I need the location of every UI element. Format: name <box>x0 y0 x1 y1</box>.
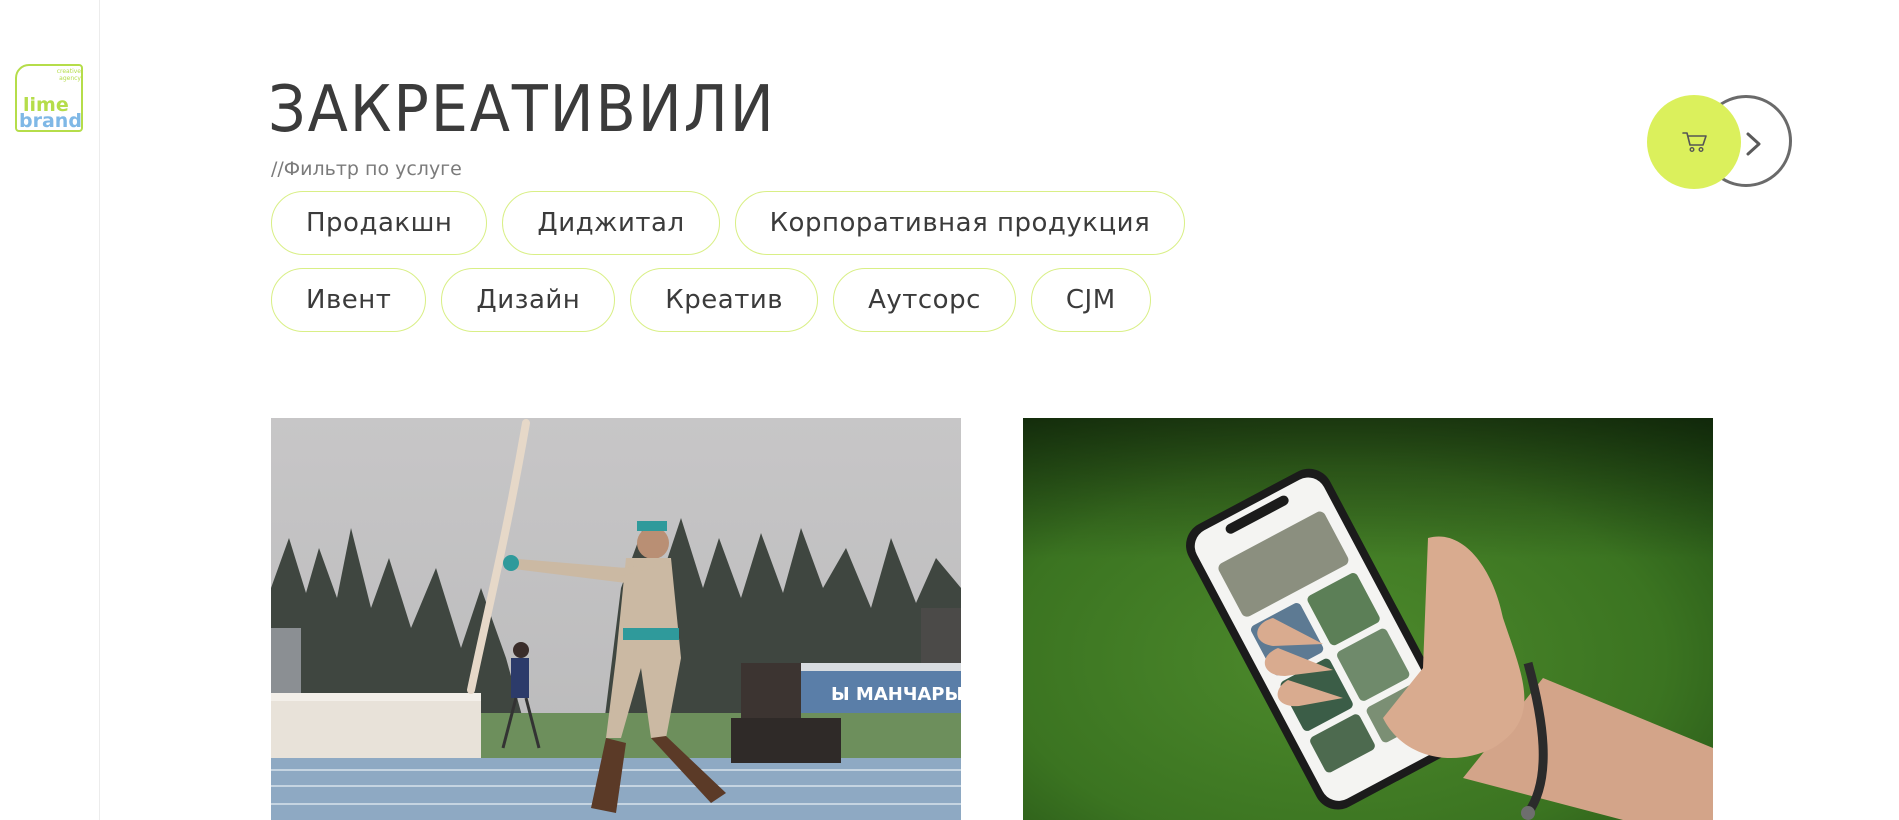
service-filter-chips: Продакшн Диджитал Корпоративная продукци… <box>271 191 1251 345</box>
portfolio-card-mobile-app[interactable] <box>1023 418 1713 820</box>
smartphone-photo <box>1023 418 1713 820</box>
filter-chip-event[interactable]: Ивент <box>271 268 427 332</box>
filter-chip-outsource[interactable]: Аутсорс <box>833 268 1016 332</box>
filter-label: //Фильтр по услуге <box>271 158 462 180</box>
logo-word-brand: brand <box>19 110 82 132</box>
logo-tagline: creative agency <box>56 68 81 82</box>
filter-chip-corporate-products[interactable]: Корпоративная продукция <box>734 191 1186 255</box>
filter-chip-design[interactable]: Дизайн <box>441 268 616 332</box>
filter-chip-digital[interactable]: Диджитал <box>502 191 720 255</box>
page: creative agency lime brand ЗАКРЕАТИВИЛИ … <box>0 0 1899 820</box>
banner-text-graphic: Ы МАНЧАРЫ <box>831 684 961 705</box>
page-title: ЗАКРЕАТИВИЛИ <box>268 73 776 147</box>
chevron-right-icon <box>1746 132 1761 156</box>
chip-row-1: Продакшн Диджитал Корпоративная продукци… <box>271 191 1251 255</box>
cart-button[interactable] <box>1647 95 1741 189</box>
sidebar: creative agency lime brand <box>0 0 100 820</box>
portfolio-card-archer[interactable]: Ы МАНЧАРЫ <box>271 418 961 820</box>
limebrand-logo[interactable]: creative agency lime brand <box>15 64 85 134</box>
filter-chip-creative[interactable]: Креатив <box>630 268 819 332</box>
filter-chip-cjm[interactable]: CJM <box>1030 268 1151 332</box>
archer-photo: Ы МАНЧАРЫ <box>271 418 961 820</box>
filter-chip-production[interactable]: Продакшн <box>271 191 488 255</box>
chip-row-2: Ивент Дизайн Креатив Аутсорс CJM <box>271 268 1251 332</box>
cart-icon <box>1682 132 1707 153</box>
